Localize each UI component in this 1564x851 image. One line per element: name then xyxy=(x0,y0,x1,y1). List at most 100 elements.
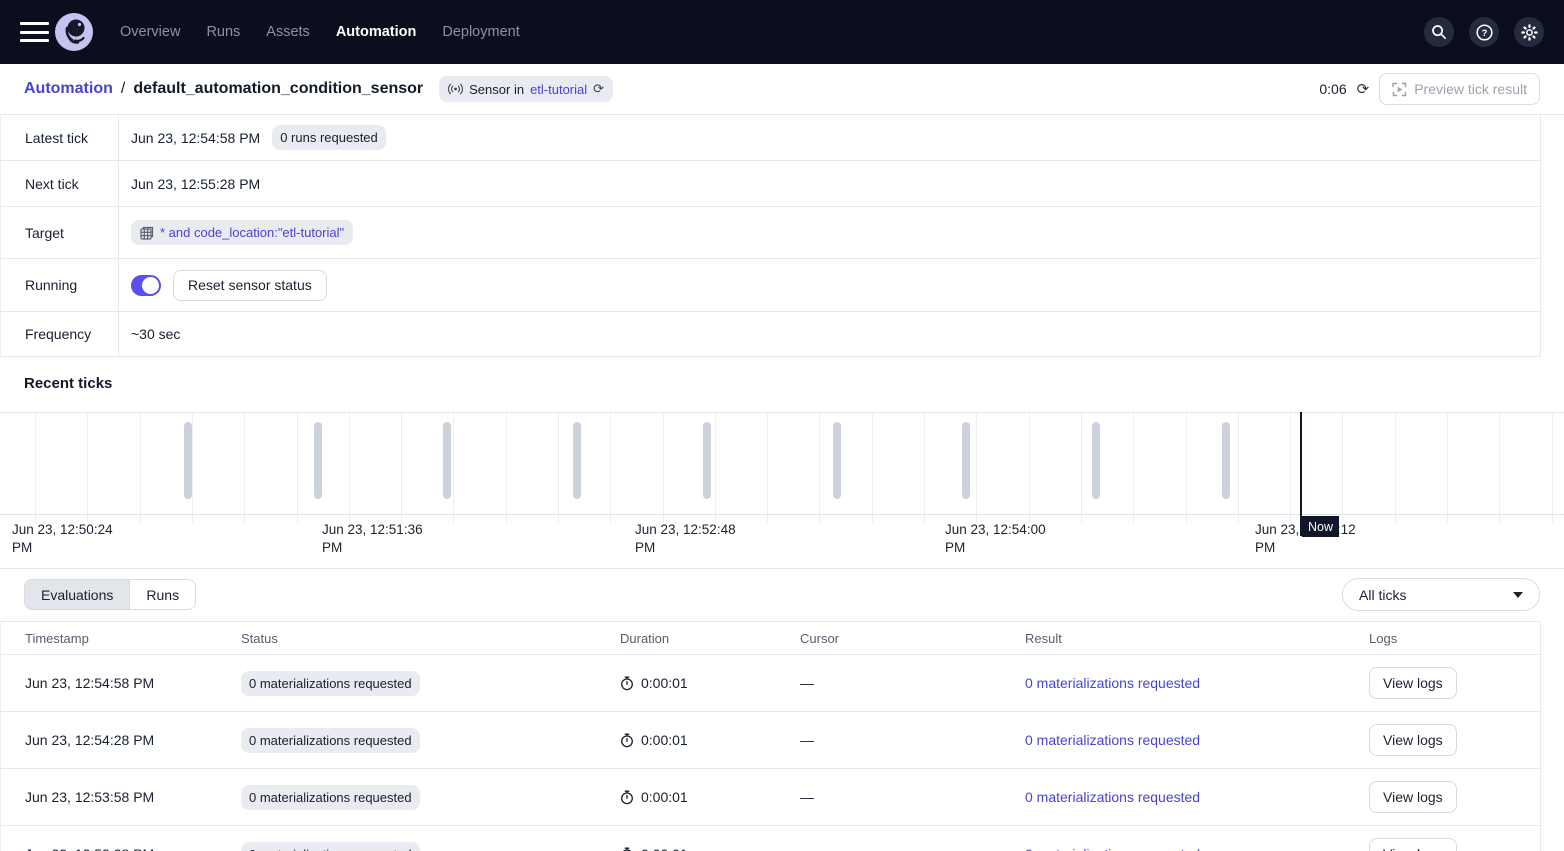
tick-bar[interactable] xyxy=(573,422,581,499)
gridline xyxy=(819,413,820,523)
refresh-icon[interactable]: ⟳ xyxy=(1357,80,1370,98)
ticks-timeline[interactable]: Jun 23, 12:50:24 PMJun 23, 12:51:36 PMJu… xyxy=(0,412,1564,515)
runs-requested-pill: 0 runs requested xyxy=(272,125,386,150)
hamburger-menu-icon[interactable] xyxy=(20,22,49,42)
axis-tick-label: Jun 23, 12:51:36 PM xyxy=(322,521,426,557)
gridline xyxy=(1238,413,1239,523)
target-label: Target xyxy=(1,207,119,258)
cell-status: 0 materializations requested xyxy=(229,712,608,768)
search-icon[interactable] xyxy=(1424,17,1454,47)
tick-bar[interactable] xyxy=(184,422,192,499)
status-badge: 0 materializations requested xyxy=(241,785,420,810)
axis-tick-label: Jun 23, 12:52:48 PM xyxy=(635,521,739,557)
col-duration: Duration xyxy=(608,622,788,654)
help-icon[interactable]: ? xyxy=(1469,17,1499,47)
view-logs-button[interactable]: View logs xyxy=(1369,724,1457,756)
stopwatch-icon xyxy=(620,733,634,748)
next-tick-label: Next tick xyxy=(1,161,119,206)
gridline xyxy=(924,413,925,523)
result-link[interactable]: 0 materializations requested xyxy=(1025,675,1200,691)
tick-bar[interactable] xyxy=(703,422,711,499)
tab-evaluations[interactable]: Evaluations xyxy=(25,580,130,609)
gridline xyxy=(349,413,350,523)
reset-sensor-status-button[interactable]: Reset sensor status xyxy=(173,270,327,301)
recent-ticks-heading: Recent ticks xyxy=(24,375,112,392)
axis-tick-label: Jun 23, 12:54:00 PM xyxy=(945,521,1049,557)
settings-icon[interactable] xyxy=(1514,17,1544,47)
cell-result: 0 materializations requested xyxy=(1013,655,1357,711)
gridline xyxy=(558,413,559,523)
top-nav: Overview Runs Assets Automation Deployme… xyxy=(0,0,1564,64)
tick-bar[interactable] xyxy=(1222,422,1230,499)
svg-text:?: ? xyxy=(1481,28,1487,39)
gridline xyxy=(192,413,193,523)
stopwatch-icon xyxy=(620,676,634,691)
result-link[interactable]: 0 materializations requested xyxy=(1025,846,1200,851)
cell-duration: 0:00:01 xyxy=(608,769,788,825)
latest-tick-row: Latest tick Jun 23, 12:54:58 PM 0 runs r… xyxy=(1,115,1540,161)
view-logs-button[interactable]: View logs xyxy=(1369,667,1457,699)
ticks-toolbar: Evaluations Runs All ticks xyxy=(0,568,1564,621)
caret-down-icon xyxy=(1513,592,1523,598)
stopwatch-icon xyxy=(620,790,634,805)
header-actions: 0:06 ⟳ Preview tick result xyxy=(1319,73,1540,105)
nav-item-overview[interactable]: Overview xyxy=(120,24,180,40)
result-link[interactable]: 0 materializations requested xyxy=(1025,732,1200,748)
cell-cursor: — xyxy=(788,826,1013,851)
cell-cursor: — xyxy=(788,769,1013,825)
tick-bar[interactable] xyxy=(962,422,970,499)
running-toggle[interactable] xyxy=(131,275,161,296)
nav-item-runs[interactable]: Runs xyxy=(206,24,240,40)
tick-bar[interactable] xyxy=(1092,422,1100,499)
gridline xyxy=(1133,413,1134,523)
page-header: Automation / default_automation_conditio… xyxy=(0,64,1564,115)
main-nav: Overview Runs Assets Automation Deployme… xyxy=(120,0,520,64)
breadcrumb-automation-link[interactable]: Automation xyxy=(24,80,113,98)
gridline xyxy=(1081,413,1082,523)
next-tick-row: Next tick Jun 23, 12:55:28 PM xyxy=(1,161,1540,207)
result-link[interactable]: 0 materializations requested xyxy=(1025,789,1200,805)
cell-timestamp: Jun 23, 12:53:58 PM xyxy=(1,769,229,825)
now-badge: Now xyxy=(1302,516,1339,537)
app-root: Overview Runs Assets Automation Deployme… xyxy=(0,0,1564,851)
cell-logs: View logs xyxy=(1357,769,1540,825)
gridline xyxy=(140,413,141,523)
gridline xyxy=(872,413,873,523)
running-label: Running xyxy=(1,259,119,311)
target-selection-chip[interactable]: * and code_location:"etl-tutorial" xyxy=(131,220,353,245)
dagster-logo[interactable] xyxy=(55,13,93,51)
gridline xyxy=(506,413,507,523)
status-badge: 0 materializations requested xyxy=(241,728,420,753)
frequency-label: Frequency xyxy=(1,312,119,356)
table-row: Jun 23, 12:53:28 PM0 materializations re… xyxy=(1,826,1540,851)
tab-runs[interactable]: Runs xyxy=(130,580,195,609)
preview-tick-result-button[interactable]: Preview tick result xyxy=(1379,73,1540,105)
cell-logs: View logs xyxy=(1357,826,1540,851)
nav-item-deployment[interactable]: Deployment xyxy=(442,24,519,40)
status-badge: 0 materializations requested xyxy=(241,671,420,696)
col-cursor: Cursor xyxy=(788,622,1013,654)
code-location-link[interactable]: etl-tutorial xyxy=(530,82,587,97)
gridline xyxy=(1447,413,1448,523)
latest-tick-value: Jun 23, 12:54:58 PM xyxy=(131,130,260,146)
cell-result: 0 materializations requested xyxy=(1013,712,1357,768)
gridline xyxy=(1290,413,1291,523)
sensor-details: Latest tick Jun 23, 12:54:58 PM 0 runs r… xyxy=(0,115,1541,357)
col-timestamp: Timestamp xyxy=(1,622,229,654)
tick-bar[interactable] xyxy=(443,422,451,499)
gridline xyxy=(401,413,402,523)
nav-item-automation[interactable]: Automation xyxy=(336,24,417,40)
nav-item-assets[interactable]: Assets xyxy=(266,24,310,40)
gridline xyxy=(1029,413,1030,523)
cell-duration: 0:00:01 xyxy=(608,826,788,851)
tick-bar[interactable] xyxy=(833,422,841,499)
tick-bar[interactable] xyxy=(314,422,322,499)
nav-actions: ? xyxy=(1424,17,1544,47)
view-logs-button[interactable]: View logs xyxy=(1369,838,1457,851)
table-body: Jun 23, 12:54:58 PM0 materializations re… xyxy=(1,655,1540,851)
gridline xyxy=(663,413,664,523)
gridline xyxy=(297,413,298,523)
reload-code-location-icon[interactable]: ⟳ xyxy=(593,81,604,97)
view-logs-button[interactable]: View logs xyxy=(1369,781,1457,813)
ticks-filter-dropdown[interactable]: All ticks xyxy=(1342,578,1540,611)
